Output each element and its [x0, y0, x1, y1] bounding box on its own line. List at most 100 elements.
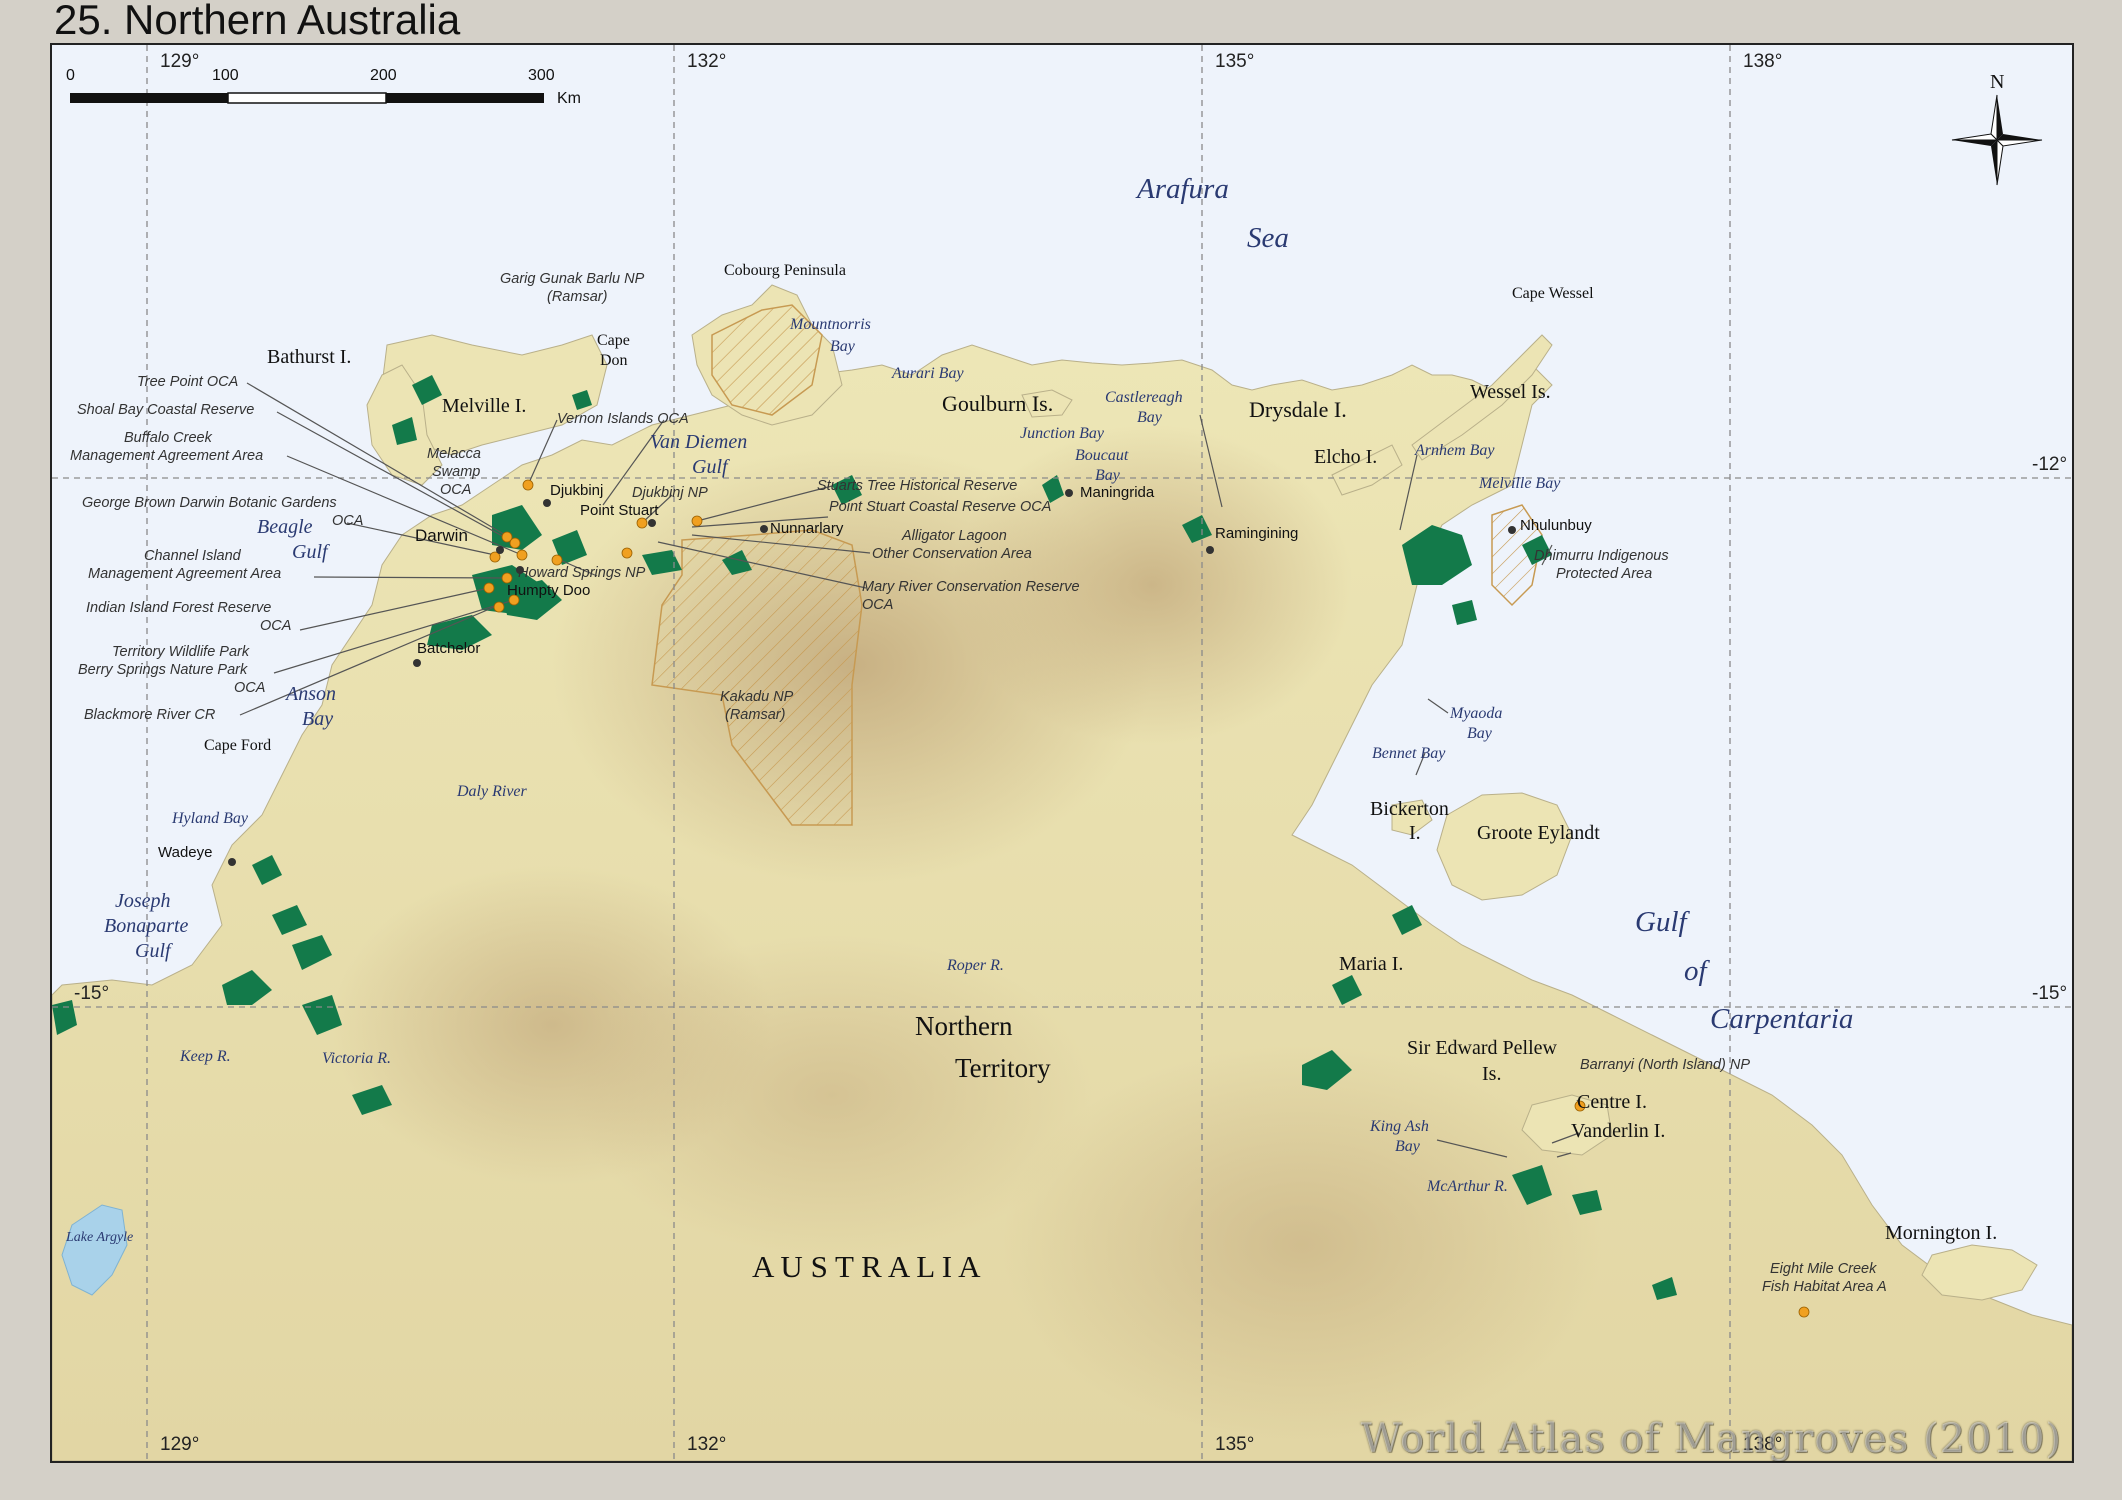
lon-label-132-top: 132° — [687, 51, 726, 72]
dhimurru-label-2: Protected Area — [1556, 566, 1652, 582]
mary-river-label-2: OCA — [862, 597, 893, 613]
blackmore-label: Blackmore River CR — [84, 707, 216, 723]
indian-label-2: OCA — [260, 618, 291, 634]
humpty-doo-label: Humpty Doo — [507, 582, 590, 599]
darwin-label: Darwin — [415, 526, 468, 545]
centre-label: Centre I. — [1577, 1091, 1647, 1113]
melacca-label-3: OCA — [440, 482, 471, 498]
eight-mile-label-1: Eight Mile Creek — [1770, 1261, 1877, 1277]
buffalo-label-1: Buffalo Creek — [124, 430, 213, 446]
shoal-bay-label: Shoal Bay Coastal Reserve — [77, 402, 254, 418]
king-ash-label-1: King Ash — [1369, 1118, 1429, 1135]
van-diemen-label-1: Van Diemen — [650, 431, 747, 453]
van-diemen-label-2: Gulf — [692, 456, 730, 478]
scale-label-0: 0 — [66, 67, 75, 84]
point-stuart-label: Point Stuart — [580, 502, 659, 519]
melacca-label-1: Melacca — [427, 446, 481, 462]
wadeye-label: Wadeye — [158, 844, 212, 861]
goulburn-label: Goulburn Is. — [942, 391, 1053, 416]
castlereagh-label-1: Castlereagh — [1105, 389, 1183, 406]
channel-label-1: Channel Island — [144, 548, 242, 564]
bathurst-label: Bathurst I. — [267, 346, 351, 368]
melacca-label-2: Swamp — [432, 464, 480, 480]
beagle-label-1: Beagle — [257, 516, 313, 538]
groote-label: Groote Eylandt — [1477, 822, 1600, 844]
channel-label-2: Management Agreement Area — [88, 566, 281, 582]
state-label-2: Territory — [955, 1053, 1051, 1083]
relief-highland — [1002, 1045, 1602, 1445]
junction-label: Junction Bay — [1020, 425, 1105, 442]
mary-river-label-1: Mary River Conservation Reserve — [862, 579, 1080, 595]
scale-label-100: 100 — [212, 67, 239, 84]
cobourg-label: Cobourg Peninsula — [724, 262, 846, 279]
melville-label: Melville I. — [442, 395, 526, 417]
boucaut-label-1: Boucaut — [1075, 447, 1129, 464]
anson-label-1: Anson — [284, 683, 336, 705]
country-label: A U S T R A L I A — [752, 1249, 981, 1284]
jbg-label-2: Bonaparte — [104, 915, 189, 937]
aurari-label: Aurari Bay — [891, 365, 964, 382]
mountnorris-label-1: Mountnorris — [789, 316, 871, 333]
map-canvas[interactable]: 129° 132° 135° 138° 129° 132° 135° 138° … — [52, 45, 2072, 1461]
point-stuart-oca-label: Point Stuart Coastal Reserve OCA — [829, 499, 1051, 515]
nhulunbuy-label: Nhulunbuy — [1520, 517, 1592, 534]
nunnarlary-label: Nunnarlary — [770, 520, 844, 537]
lake-argyle-label: Lake Argyle — [65, 1230, 133, 1245]
gulf-label-1: Gulf — [1635, 906, 1691, 938]
barranyi-label: Barranyi (North Island) NP — [1580, 1057, 1750, 1073]
batchelor-label: Batchelor — [417, 640, 480, 657]
keep-label: Keep R. — [179, 1048, 231, 1065]
territory-label-2: Berry Springs Nature Park — [78, 662, 248, 678]
mornington-label: Mornington I. — [1885, 1222, 1997, 1244]
buffalo-label-2: Management Agreement Area — [70, 448, 263, 464]
lat-label-15-right: -15° — [2032, 983, 2067, 1004]
lon-label-129-bottom: 129° — [160, 1434, 199, 1455]
dhimurru-label-1: Dhimurru Indigenous — [1534, 548, 1669, 564]
tree-point-label: Tree Point OCA — [137, 374, 238, 390]
cape-don-label-2: Don — [600, 352, 628, 369]
melville-bay-label: Melville Bay — [1478, 475, 1561, 492]
ramingining-label: Ramingining — [1215, 525, 1298, 542]
lat-label-12-right: -12° — [2032, 454, 2067, 475]
eight-mile-label-2: Fish Habitat Area A — [1762, 1279, 1887, 1295]
scale-label-300: 300 — [528, 67, 555, 84]
arafura-label-1: Arafura — [1135, 173, 1229, 205]
kakadu-label-1: Kakadu NP — [720, 689, 794, 705]
djukbinj-label: Djukbinj — [550, 482, 603, 499]
vernon-label: Vernon Islands OCA — [557, 411, 689, 427]
lat-label-15-left: -15° — [74, 983, 109, 1004]
cape-don-label-1: Cape — [597, 332, 630, 349]
wessel-label: Wessel Is. — [1470, 381, 1551, 403]
stuarts-tree-label: Stuarts Tree Historical Reserve — [817, 478, 1017, 494]
lon-label-129-top: 129° — [160, 51, 199, 72]
alligator-label-2: Other Conservation Area — [872, 546, 1032, 562]
watermark: World Atlas of Mangroves (2010) — [1360, 1416, 2062, 1462]
jbg-label-3: Gulf — [135, 940, 173, 962]
gulf-label-3: Carpentaria — [1710, 1003, 1853, 1035]
lon-label-138-top: 138° — [1743, 51, 1782, 72]
arafura-label-2: Sea — [1247, 222, 1289, 254]
pellew-label-1: Sir Edward Pellew — [1407, 1037, 1558, 1059]
lon-label-135-bottom: 135° — [1215, 1434, 1254, 1455]
cape-wessel-label: Cape Wessel — [1512, 285, 1594, 302]
boucaut-label-2: Bay — [1095, 467, 1121, 484]
map-frame[interactable]: 129° 132° 135° 138° 129° 132° 135° 138° … — [50, 43, 2074, 1463]
page-title: 25. Northern Australia — [54, 0, 461, 43]
lon-label-132-bottom: 132° — [687, 1434, 726, 1455]
howard-springs-label: Howard Springs NP — [518, 565, 646, 581]
bickerton-label-2: I. — [1409, 822, 1421, 844]
bennet-label: Bennet Bay — [1372, 745, 1446, 762]
djukbinj-np-label: Djukbinj NP — [632, 485, 708, 501]
kakadu-label-2: (Ramsar) — [725, 707, 785, 723]
vanderlin-label: Vanderlin I. — [1571, 1120, 1665, 1142]
mountnorris-label-2: Bay — [830, 338, 856, 355]
hyland-label: Hyland Bay — [171, 810, 249, 827]
indian-label-1: Indian Island Forest Reserve — [86, 600, 271, 616]
beagle-label-2: Gulf — [292, 541, 330, 563]
north-label: N — [1990, 71, 2004, 93]
scale-unit: Km — [557, 90, 581, 107]
cape-ford-label: Cape Ford — [204, 737, 271, 754]
lon-label-135-top: 135° — [1215, 51, 1254, 72]
anson-label-2: Bay — [302, 708, 333, 730]
roper-label: Roper R. — [946, 957, 1004, 974]
